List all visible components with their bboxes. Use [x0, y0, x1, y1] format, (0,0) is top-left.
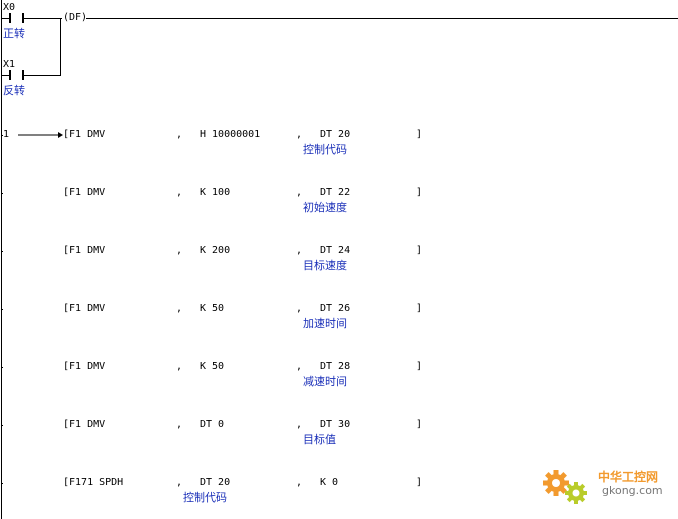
- operand-1: K 50: [200, 361, 225, 372]
- instruction-end-bracket: ]: [416, 419, 423, 430]
- operand-1: H 10000001: [200, 129, 261, 140]
- operand-1: K 200: [200, 245, 231, 256]
- operand-2-comment: 目标值: [303, 433, 336, 446]
- operand-2: DT 22: [320, 187, 351, 198]
- instruction-end-bracket: ]: [416, 477, 423, 488]
- operand-2: DT 20: [320, 129, 351, 140]
- rail-tick: [1, 193, 3, 194]
- rail-tick: [1, 367, 3, 368]
- instruction-name: [F1 DMV: [63, 129, 106, 140]
- separator: ,: [176, 477, 183, 488]
- instruction-end-bracket: ]: [416, 361, 423, 372]
- operand-2-comment: 加速时间: [303, 317, 347, 330]
- operand-2-comment: 目标速度: [303, 259, 347, 272]
- watermark-brand: 中华工控网: [598, 470, 659, 484]
- operand-2: DT 26: [320, 303, 351, 314]
- instruction-name: [F171 SPDH: [63, 477, 124, 488]
- instruction-name: [F1 DMV: [63, 187, 106, 198]
- operand-1: K 100: [200, 187, 231, 198]
- operand-2: DT 24: [320, 245, 351, 256]
- instruction-name: [F1 DMV: [63, 245, 106, 256]
- operand-1: K 50: [200, 303, 225, 314]
- separator: ,: [296, 245, 303, 256]
- rail-tick: [1, 309, 3, 310]
- watermark-domain: gkong.com: [602, 484, 663, 497]
- separator: ,: [176, 303, 183, 314]
- operand-1: DT 0: [200, 419, 225, 430]
- operand-2: DT 28: [320, 361, 351, 372]
- separator: ,: [296, 187, 303, 198]
- instruction-name: [F1 DMV: [63, 303, 106, 314]
- operand-2-comment: 控制代码: [303, 143, 347, 156]
- operand-2-comment: 初始速度: [303, 201, 347, 214]
- rail-tick: [1, 483, 3, 484]
- rail-tick: [1, 251, 3, 252]
- operand-2-comment: 减速时间: [303, 375, 347, 388]
- separator: ,: [296, 477, 303, 488]
- operand-1-comment: 控制代码: [183, 491, 227, 504]
- separator: ,: [296, 361, 303, 372]
- instruction-name: [F1 DMV: [63, 361, 106, 372]
- separator: ,: [176, 245, 183, 256]
- instruction-name: [F1 DMV: [63, 419, 106, 430]
- separator: ,: [296, 303, 303, 314]
- gears-icon: [543, 470, 587, 504]
- instruction-end-bracket: ]: [416, 303, 423, 314]
- separator: ,: [296, 419, 303, 430]
- separator: ,: [176, 419, 183, 430]
- separator: ,: [176, 361, 183, 372]
- separator: ,: [296, 129, 303, 140]
- instruction-end-bracket: ]: [416, 129, 423, 140]
- rail-tick: [1, 425, 3, 426]
- instruction-end-bracket: ]: [416, 187, 423, 198]
- operand-2: K 0: [320, 477, 339, 488]
- separator: ,: [176, 129, 183, 140]
- operand-1: DT 20: [200, 477, 231, 488]
- watermark: 中华工控网 gkong.com: [540, 462, 675, 510]
- rail-tick: [1, 135, 3, 136]
- instruction-end-bracket: ]: [416, 245, 423, 256]
- separator: ,: [176, 187, 183, 198]
- operand-2: DT 30: [320, 419, 351, 430]
